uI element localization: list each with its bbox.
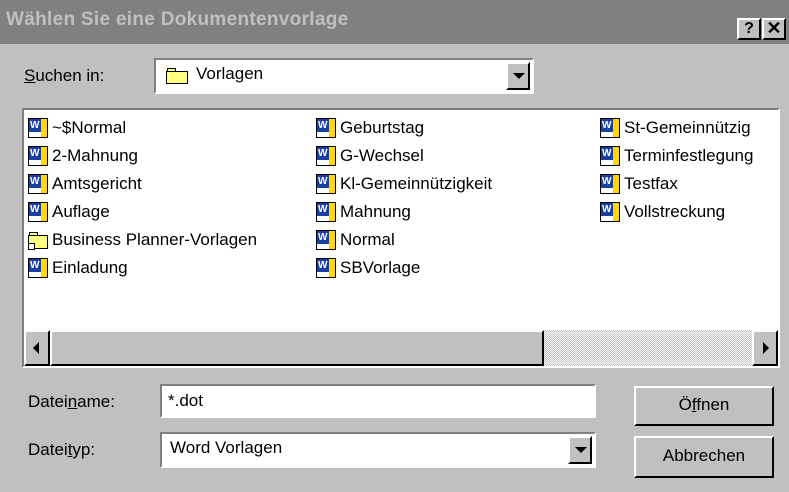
cancel-button[interactable]: Abbrechen [634,436,774,478]
close-icon: ✕ [766,18,782,38]
file-name: Auflage [52,202,110,221]
lookin-label: Suchen in: [24,66,105,85]
filetype-combo[interactable]: Word Vorlagen [160,432,596,468]
open-label: Öffnen [678,395,730,414]
help-button[interactable]: ? [737,18,761,40]
lookin-dropdown-button[interactable] [506,62,530,90]
file-name: Mahnung [340,202,411,221]
file-name: St-Gemeinnützig [624,118,751,137]
word-template-icon [600,146,620,166]
file-name: 2-Mahnung [52,146,139,165]
file-name: Testfax [624,174,678,193]
open-button[interactable]: Öffnen [634,386,774,426]
word-template-icon [28,146,48,166]
word-template-icon [316,174,336,194]
word-template-icon [600,174,620,194]
cancel-label: Abbrechen [662,446,746,465]
help-icon: ? [744,20,754,37]
file-name: G-Wechsel [340,146,424,165]
file-name: Vollstreckung [624,202,726,221]
scroll-left-button[interactable] [24,330,50,366]
word-template-icon [28,258,48,278]
word-template-icon [600,202,620,222]
lookin-value: Vorlagen [196,64,264,83]
scroll-right-button[interactable] [752,330,778,366]
word-template-icon [28,174,48,194]
horizontal-scrollbar[interactable] [24,330,778,366]
word-template-icon [28,202,48,222]
file-name: Geburtstag [340,118,425,137]
filetype-dropdown-button[interactable] [568,436,592,464]
filetype-value: Word Vorlagen [170,438,283,457]
word-template-icon [600,118,620,138]
word-template-icon [316,230,336,250]
file-name: Terminfestlegung [624,146,754,165]
word-template-icon [28,118,48,138]
filename-value: *.dot [168,391,203,410]
close-button[interactable]: ✕ [762,18,786,40]
folder-shortcut-icon [28,230,48,250]
filename-input[interactable]: *.dot [160,384,596,418]
template-dialog: Wählen Sie eine Dokumentenvorlage ? ✕ Su… [0,0,789,492]
word-template-icon [316,146,336,166]
word-template-icon [316,202,336,222]
title-bar: Wählen Sie eine Dokumentenvorlage ? ✕ [0,0,789,44]
file-name: Kl-Gemeinnützigkeit [340,174,493,193]
lookin-combo[interactable]: Vorlagen [154,58,534,94]
word-template-icon [316,258,336,278]
file-name: ~$Normal [52,118,127,137]
filename-label: Dateiname: [28,392,115,411]
file-name: Normal [340,230,395,249]
scroll-thumb[interactable] [50,330,544,366]
file-name: SBVorlage [340,258,421,277]
file-name: Einladung [52,258,128,277]
filetype-label: Dateityp: [28,440,96,459]
file-list[interactable]: ~$Normal 2-Mahnung Amtsgericht Auflage Busin… [22,108,780,368]
file-name: Amtsgericht [52,174,142,193]
word-template-icon [316,118,336,138]
folder-icon [166,68,188,84]
dialog-title: Wählen Sie eine Dokumentenvorlage [6,9,349,30]
file-name: Business Planner-Vorlagen [52,230,258,249]
